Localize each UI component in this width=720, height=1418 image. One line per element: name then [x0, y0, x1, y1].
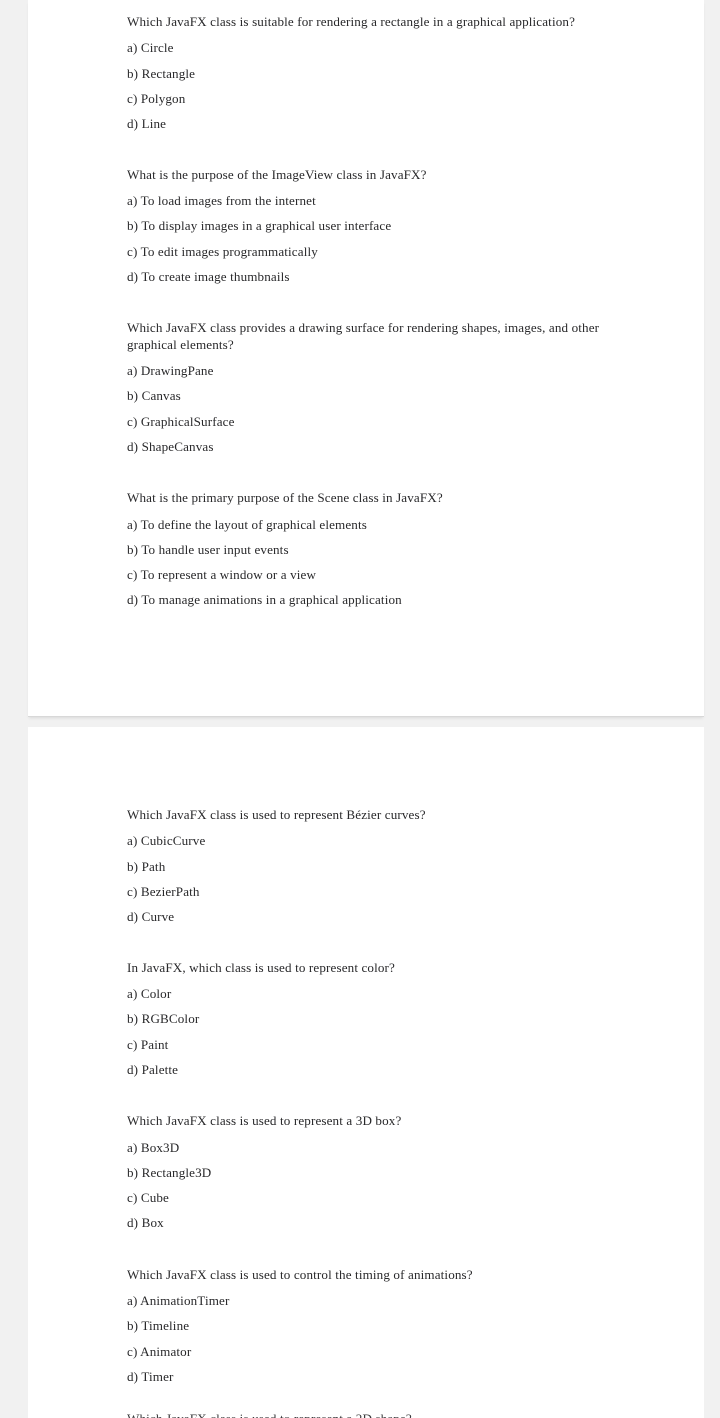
option-d[interactable]: d) ShapeCanvas	[127, 439, 629, 464]
option-d[interactable]: d) To create image thumbnails	[127, 269, 629, 294]
option-a[interactable]: a) To define the layout of graphical ele…	[127, 517, 629, 542]
option-a[interactable]: a) Box3D	[127, 1140, 629, 1165]
question-text: Which JavaFX class is used to represent …	[127, 1113, 402, 1129]
option-a[interactable]: a) Color	[127, 986, 629, 1011]
option-d[interactable]: d) Box	[127, 1215, 629, 1240]
option-b[interactable]: b) Rectangle3D	[127, 1165, 629, 1190]
option-b[interactable]: b) To display images in a graphical user…	[127, 218, 629, 243]
option-a[interactable]: a) CubicCurve	[127, 833, 629, 858]
option-c[interactable]: c) Animator	[127, 1344, 629, 1369]
option-c[interactable]: c) BezierPath	[127, 884, 629, 909]
question-text: Which JavaFX class is suitable for rende…	[127, 14, 576, 29]
question-text: What is the purpose of the ImageView cla…	[127, 166, 427, 182]
option-a[interactable]: a) Circle	[127, 40, 629, 65]
question-block: In JavaFX, which class is used to repres…	[127, 960, 629, 1088]
question-text: What is the primary purpose of the Scene…	[127, 490, 443, 506]
option-a[interactable]: a) To load images from the internet	[127, 193, 629, 218]
question-text: Which JavaFX class is used to represent …	[127, 807, 426, 822]
question-text: In JavaFX, which class is used to repres…	[127, 959, 395, 975]
option-b[interactable]: b) RGBColor	[127, 1011, 629, 1036]
question-block: Which JavaFX class is used to control th…	[127, 1267, 629, 1395]
option-d[interactable]: d) To manage animations in a graphical a…	[127, 592, 629, 617]
page-1-content: Which JavaFX class is suitable for rende…	[28, 0, 704, 618]
option-d[interactable]: d) Timer	[127, 1369, 629, 1394]
question-block: Which JavaFX class provides a drawing su…	[127, 320, 629, 464]
option-c[interactable]: c) To represent a window or a view	[127, 567, 629, 592]
option-c[interactable]: c) Cube	[127, 1190, 629, 1215]
document-viewer[interactable]: Which JavaFX class is suitable for rende…	[0, 0, 720, 1418]
option-d[interactable]: d) Line	[127, 116, 629, 141]
question-block: What is the primary purpose of the Scene…	[127, 490, 629, 618]
option-b[interactable]: b) Canvas	[127, 388, 629, 413]
question-text: Which JavaFX class provides a drawing su…	[127, 320, 600, 352]
option-a[interactable]: a) AnimationTimer	[127, 1293, 629, 1318]
question-text: Which JavaFX class is used to control th…	[127, 1266, 473, 1282]
document-page-1: Which JavaFX class is suitable for rende…	[28, 0, 704, 716]
clipped-question-block: Which JavaFX class is used to represent …	[127, 1411, 627, 1418]
question-block: What is the purpose of the ImageView cla…	[127, 167, 629, 295]
option-d[interactable]: d) Palette	[127, 1062, 629, 1087]
option-a[interactable]: a) DrawingPane	[127, 363, 629, 388]
question-block: Which JavaFX class is used to represent …	[127, 1113, 629, 1241]
question-text: Which JavaFX class is used to represent …	[127, 1411, 627, 1418]
option-c[interactable]: c) GraphicalSurface	[127, 414, 629, 439]
document-page-2: Which JavaFX class is used to represent …	[28, 727, 704, 1418]
option-b[interactable]: b) To handle user input events	[127, 542, 629, 567]
question-block: Which JavaFX class is suitable for rende…	[127, 14, 629, 142]
option-b[interactable]: b) Rectangle	[127, 66, 629, 91]
option-d[interactable]: d) Curve	[127, 909, 629, 934]
option-c[interactable]: c) Polygon	[127, 91, 629, 116]
option-c[interactable]: c) To edit images programmatically	[127, 244, 629, 269]
page-2-content: Which JavaFX class is used to represent …	[28, 727, 704, 1394]
question-block: Which JavaFX class is used to represent …	[127, 807, 629, 935]
option-c[interactable]: c) Paint	[127, 1037, 629, 1062]
option-b[interactable]: b) Timeline	[127, 1318, 629, 1343]
option-b[interactable]: b) Path	[127, 859, 629, 884]
